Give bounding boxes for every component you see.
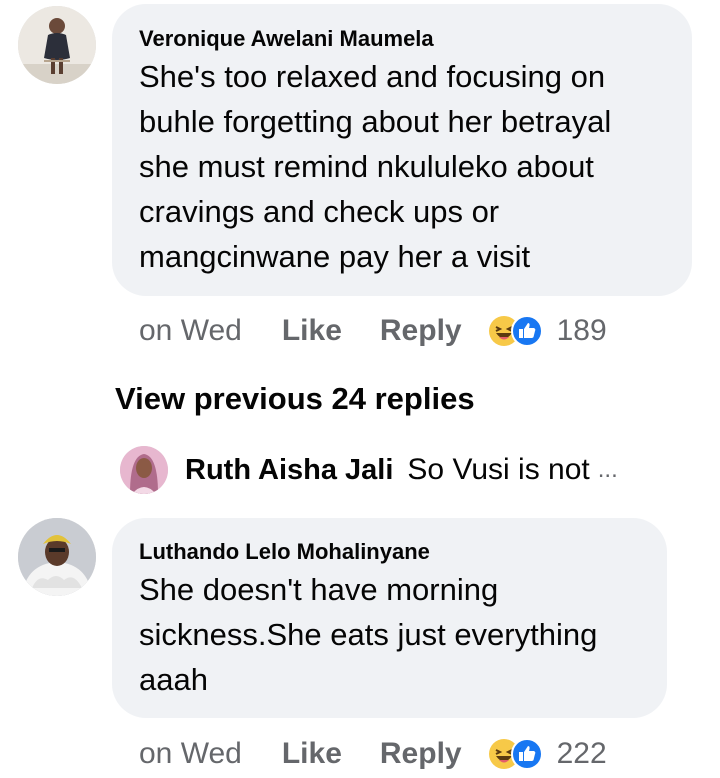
reactions-summary[interactable]: [488, 738, 543, 770]
comment-author[interactable]: Luthando Lelo Mohalinyane: [139, 539, 667, 565]
reply-author[interactable]: Ruth Aisha Jali: [185, 453, 393, 487]
reply-preview: So Vusi is not: [407, 453, 590, 486]
reply-button[interactable]: Reply: [380, 737, 462, 771]
avatar-photo: [18, 518, 96, 596]
comment-author[interactable]: Veronique Awelani Maumela: [139, 26, 692, 52]
like-button[interactable]: Like: [282, 314, 342, 348]
comment-bubble: Luthando Lelo Mohalinyane She doesn't ha…: [112, 518, 667, 718]
avatar-photo: [18, 6, 96, 84]
comment-timestamp[interactable]: on Wed: [139, 314, 242, 348]
avatar[interactable]: [18, 6, 96, 84]
like-icon: [510, 738, 543, 770]
comment-thread: Veronique Awelani Maumela She's too rela…: [0, 0, 720, 778]
avatar[interactable]: [120, 446, 168, 494]
comment-timestamp[interactable]: on Wed: [139, 737, 242, 771]
comment-text: She's too relaxed and focusing on buhle …: [139, 59, 612, 274]
avatar[interactable]: [18, 518, 96, 596]
like-button[interactable]: Like: [282, 737, 342, 771]
view-previous-replies-link[interactable]: View previous 24 replies: [115, 380, 475, 418]
comment-actions: on Wed Like Reply 189: [139, 311, 607, 351]
collapsed-reply[interactable]: Ruth Aisha Jali So Vusi is not ...: [120, 445, 618, 495]
reaction-count: 222: [556, 737, 607, 770]
reply-ellipsis: ...: [597, 456, 618, 483]
avatar-photo: [120, 446, 168, 494]
comment-text: She doesn't have morning sickness.She ea…: [139, 572, 598, 697]
comment-actions: on Wed Like Reply 222: [139, 734, 607, 774]
like-icon: [510, 315, 543, 347]
comment-bubble: Veronique Awelani Maumela She's too rela…: [112, 4, 692, 296]
reply-button[interactable]: Reply: [380, 314, 462, 348]
reaction-count: 189: [556, 314, 607, 347]
reactions-summary[interactable]: [488, 315, 543, 347]
